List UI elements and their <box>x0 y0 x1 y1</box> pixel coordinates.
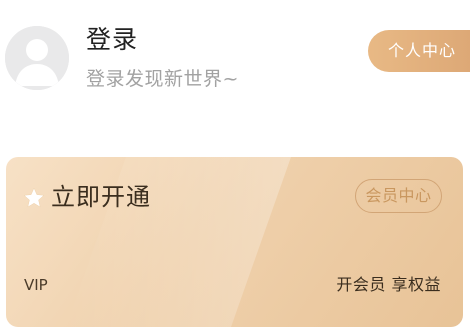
avatar-placeholder-icon <box>5 26 69 90</box>
avatar[interactable] <box>5 26 69 90</box>
benefit-text: 开会员 享权益 <box>336 275 441 294</box>
profile-center-button[interactable]: 个人中心 <box>368 30 470 72</box>
star-icon <box>23 187 45 208</box>
member-center-button[interactable]: 会员中心 <box>355 179 442 213</box>
vip-card[interactable]: 立即开通 会员中心 VIP 开会员 享权益 <box>6 157 463 327</box>
login-subtitle: 登录发现新世界~ <box>86 68 239 90</box>
vip-label: VIP <box>24 276 48 294</box>
login-title[interactable]: 登录 <box>86 24 138 56</box>
activate-now-button[interactable]: 立即开通 <box>51 181 151 213</box>
